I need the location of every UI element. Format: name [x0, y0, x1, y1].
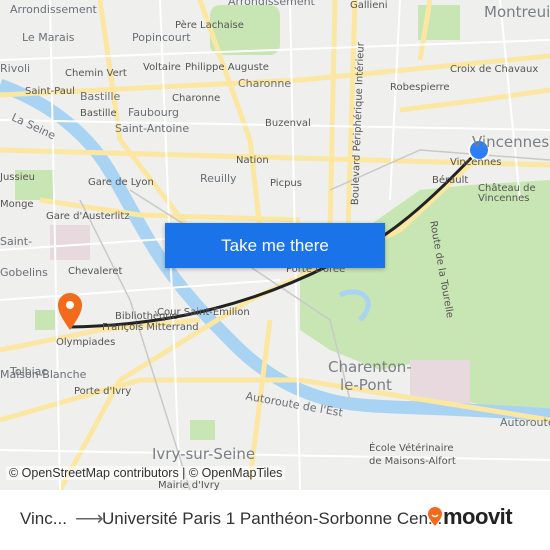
- map-label: Chemin Vert: [65, 68, 127, 79]
- map-label: Charenton-: [328, 358, 412, 376]
- map-label: Rivoli: [0, 62, 31, 75]
- map-label: Vincennes: [472, 133, 550, 151]
- map-label: Bastille: [80, 108, 117, 119]
- map-label: Croix de Chavaux: [450, 64, 539, 75]
- map-label: Faubourg: [128, 106, 180, 119]
- park: [35, 310, 55, 330]
- destination-name: Université Paris 1 Panthéon-Sorbonne Cen…: [102, 509, 443, 528]
- map-label: Saint-Paul: [25, 86, 75, 97]
- map-label: Père Lachaise: [175, 20, 244, 31]
- map-label: Charonne: [238, 77, 292, 90]
- map-label: Gobelins: [0, 266, 48, 279]
- arrow-right-icon: ⟶: [75, 508, 104, 530]
- moovit-logo[interactable]: moovit: [427, 504, 513, 530]
- map-label: Olympiades: [56, 337, 116, 348]
- map-label: Saint-: [0, 235, 33, 248]
- map-label: Maison-Blanche: [0, 368, 87, 381]
- map-attribution[interactable]: © OpenStreetMap contributors | © OpenMap…: [6, 466, 286, 480]
- map[interactable]: Arrondissement Arrondissement Gallieni Mont…: [0, 0, 550, 490]
- map-label: Jussieu: [0, 172, 35, 183]
- map-label: Voltaire: [143, 62, 181, 73]
- map-label: Bérault: [432, 175, 469, 186]
- map-label: Bibliothèque: [115, 311, 178, 322]
- map-label: Philippe Auguste: [185, 62, 269, 73]
- origin-name: Vinc...: [20, 509, 67, 528]
- map-label: Porte d'Ivry: [74, 386, 132, 397]
- map-label: Charonne: [172, 93, 221, 104]
- park: [190, 420, 215, 440]
- map-label: Mairie d'Ivry: [158, 480, 220, 490]
- map-label: Vincennes: [450, 157, 502, 168]
- map-label: Reuilly: [200, 172, 237, 185]
- map-label: Arrondissement: [10, 3, 97, 16]
- map-label: Arrondissement: [228, 0, 315, 8]
- map-label: de Maisons-Alfort: [369, 456, 456, 467]
- map-label: Gare de Lyon: [88, 177, 154, 188]
- map-label: Le Marais: [22, 31, 75, 44]
- map-label: Popincourt: [132, 31, 191, 44]
- footer: Vinc... ⟶ Université Paris 1 Panthéon-So…: [0, 490, 550, 550]
- map-label: Saint-Antoine: [115, 122, 190, 135]
- map-label: Bastille: [80, 90, 121, 103]
- map-label: Chevaleret: [68, 266, 123, 277]
- moovit-wordmark: moovit: [443, 504, 513, 529]
- map-label: le-Pont: [340, 376, 392, 394]
- map-label: Buzenval: [265, 118, 311, 129]
- map-label: Monge: [0, 199, 34, 210]
- map-label: Robespierre: [390, 82, 450, 93]
- map-label: Ivry-sur-Seine: [152, 445, 256, 463]
- map-label: Gallieni: [350, 0, 388, 11]
- destination-pin-icon: [58, 293, 82, 330]
- map-label: Gare d'Austerlitz: [46, 211, 130, 222]
- map-label: Nation: [236, 155, 269, 166]
- map-label: Vincennes: [478, 193, 530, 204]
- take-me-there-button[interactable]: Take me there: [165, 223, 385, 268]
- map-label: François Mitterrand: [102, 322, 199, 333]
- map-label: Montreuil: [484, 3, 550, 21]
- map-label: Autoroute d: [500, 416, 550, 429]
- moovit-pin-icon: [428, 507, 442, 526]
- map-label: Picpus: [270, 178, 302, 189]
- map-label: École Vétérinaire: [369, 443, 454, 454]
